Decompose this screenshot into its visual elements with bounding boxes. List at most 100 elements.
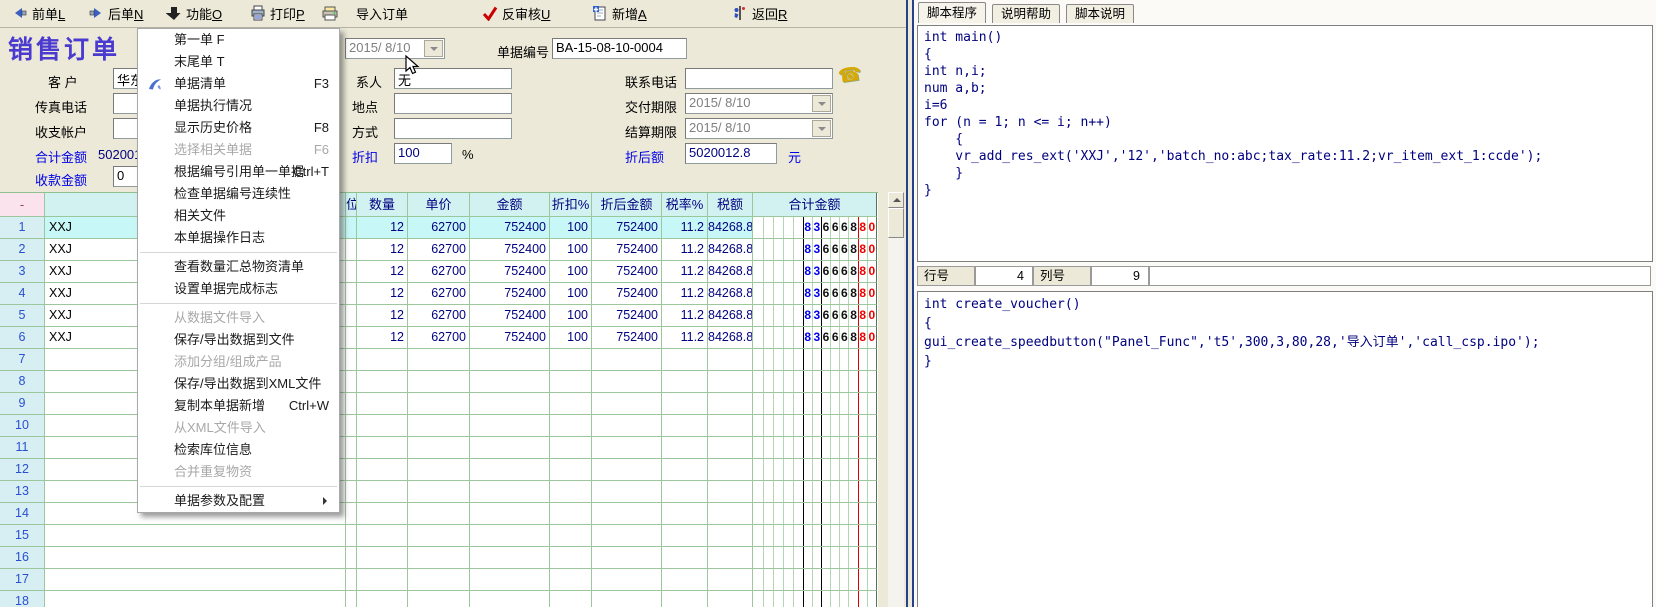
grid-cell-sliver[interactable] bbox=[346, 371, 357, 393]
grid-cell-after[interactable]: 752400 bbox=[592, 305, 662, 327]
function-button[interactable]: 功能O bbox=[162, 1, 226, 25]
grid-cell-tax[interactable] bbox=[708, 547, 753, 569]
grid-cell-num[interactable]: 3 bbox=[0, 261, 45, 283]
grid-cell-sliver[interactable] bbox=[346, 569, 357, 591]
grid-cell-after[interactable] bbox=[592, 393, 662, 415]
grid-cell-discount[interactable] bbox=[550, 437, 592, 459]
grid-cell-qty[interactable] bbox=[357, 371, 408, 393]
grid-cell-tax[interactable] bbox=[708, 569, 753, 591]
grid-cell-after[interactable]: 752400 bbox=[592, 239, 662, 261]
tab-脚本说明[interactable]: 脚本说明 bbox=[1066, 4, 1134, 23]
grid-cell-taxRate[interactable]: 11.2 bbox=[662, 305, 708, 327]
grid-cell-num[interactable]: 8 bbox=[0, 371, 45, 393]
grid-cell-taxRate[interactable]: 11.2 bbox=[662, 239, 708, 261]
menu-item[interactable]: 显示历史价格F8 bbox=[138, 117, 339, 139]
grid-cell-after[interactable] bbox=[592, 569, 662, 591]
grid-cell-price[interactable]: 62700 bbox=[408, 305, 470, 327]
grid-cell-price[interactable] bbox=[408, 503, 470, 525]
printer-button[interactable] bbox=[318, 1, 342, 25]
menu-item[interactable]: 检查单据编号连续性 bbox=[138, 183, 339, 205]
table-row[interactable]: 13 bbox=[0, 481, 878, 503]
grid-cell-tax[interactable] bbox=[708, 437, 753, 459]
grid-cell-product[interactable] bbox=[45, 547, 346, 569]
grid-cell-num[interactable]: 12 bbox=[0, 459, 45, 481]
grid-cell-sliver[interactable] bbox=[346, 437, 357, 459]
grid-cell-num[interactable]: 2 bbox=[0, 239, 45, 261]
grid-cell-qty[interactable]: 12 bbox=[357, 283, 408, 305]
grid-cell-qty[interactable]: 12 bbox=[357, 261, 408, 283]
grid-cell-price[interactable] bbox=[408, 569, 470, 591]
grid-cell-taxRate[interactable] bbox=[662, 547, 708, 569]
method-field[interactable] bbox=[394, 118, 512, 139]
grid-cell-amount[interactable]: 752400 bbox=[470, 239, 550, 261]
grid-cell-qty[interactable] bbox=[357, 591, 408, 607]
grid-cell-taxRate[interactable]: 11.2 bbox=[662, 261, 708, 283]
grid-cell-product[interactable] bbox=[45, 591, 346, 607]
grid-cell-amount[interactable] bbox=[470, 569, 550, 591]
grid-cell-sliver[interactable] bbox=[346, 327, 357, 349]
pane-splitter[interactable] bbox=[906, 0, 914, 607]
menu-item[interactable]: 本单据操作日志 bbox=[138, 227, 339, 249]
grid-cell-discount[interactable] bbox=[550, 371, 592, 393]
grid-cell-sliver[interactable] bbox=[346, 239, 357, 261]
grid-cell-discount[interactable] bbox=[550, 415, 592, 437]
grid-cell-taxRate[interactable] bbox=[662, 525, 708, 547]
grid-cell-price[interactable] bbox=[408, 547, 470, 569]
grid-cell-qty[interactable] bbox=[357, 459, 408, 481]
grid-cell-tax[interactable] bbox=[708, 349, 753, 371]
menu-item[interactable]: 设置单据完成标志 bbox=[138, 278, 339, 300]
unaudit-button[interactable]: 反审核U bbox=[478, 1, 554, 25]
grid-cell-amount[interactable] bbox=[470, 503, 550, 525]
grid-cell-taxRate[interactable]: 11.2 bbox=[662, 217, 708, 239]
grid-cell-discount[interactable] bbox=[550, 481, 592, 503]
menu-item[interactable]: 根据编号引用单一单据Ctrl+T bbox=[138, 161, 339, 183]
grid-cell-after[interactable] bbox=[592, 591, 662, 607]
grid-cell-tax[interactable]: 84268.8 bbox=[708, 239, 753, 261]
grid-cell-taxRate[interactable] bbox=[662, 349, 708, 371]
grid-cell-qty[interactable] bbox=[357, 569, 408, 591]
grid-cell-discount[interactable] bbox=[550, 569, 592, 591]
print-button[interactable]: 打印P bbox=[246, 1, 309, 25]
grid-cell-price[interactable]: 62700 bbox=[408, 283, 470, 305]
grid-cell-discount[interactable] bbox=[550, 525, 592, 547]
grid-cell-after[interactable] bbox=[592, 437, 662, 459]
grid-cell-num[interactable]: 9 bbox=[0, 393, 45, 415]
grid-cell-price[interactable]: 62700 bbox=[408, 261, 470, 283]
grid-cell-after[interactable]: 752400 bbox=[592, 261, 662, 283]
table-row[interactable]: 9 bbox=[0, 393, 878, 415]
grid-cell-num[interactable]: 18 bbox=[0, 591, 45, 607]
menu-item[interactable]: 第一单 F bbox=[138, 29, 339, 51]
grid-cell-qty[interactable] bbox=[357, 393, 408, 415]
grid-cell-price[interactable] bbox=[408, 459, 470, 481]
table-row[interactable]: 16 bbox=[0, 547, 878, 569]
menu-item[interactable]: 末尾单 T bbox=[138, 51, 339, 73]
grid-cell-qty[interactable]: 12 bbox=[357, 217, 408, 239]
chevron-down-icon[interactable] bbox=[812, 95, 831, 112]
grid-cell-num[interactable]: 15 bbox=[0, 525, 45, 547]
grid-cell-taxRate[interactable] bbox=[662, 503, 708, 525]
grid-cell-tax[interactable]: 84268.8 bbox=[708, 261, 753, 283]
grid-cell-amount[interactable]: 752400 bbox=[470, 261, 550, 283]
grid-cell-num[interactable]: 5 bbox=[0, 305, 45, 327]
grid-cell-tax[interactable]: 84268.8 bbox=[708, 305, 753, 327]
grid-cell-num[interactable]: 7 bbox=[0, 349, 45, 371]
table-row[interactable]: 6XXJ126270075240010075240011.284268.8836… bbox=[0, 327, 878, 349]
menu-item[interactable]: 单据参数及配置 bbox=[138, 490, 339, 512]
grid-cell-after[interactable] bbox=[592, 371, 662, 393]
grid-cell-sliver[interactable] bbox=[346, 349, 357, 371]
grid-cell-discount[interactable] bbox=[550, 393, 592, 415]
grid-cell-sliver[interactable] bbox=[346, 261, 357, 283]
grid-cell-price[interactable] bbox=[408, 415, 470, 437]
grid-cell-discount[interactable]: 100 bbox=[550, 261, 592, 283]
after-discount-field[interactable]: 5020012.8 bbox=[685, 143, 777, 164]
grid-cell-qty[interactable] bbox=[357, 437, 408, 459]
grid-cell-num[interactable]: 13 bbox=[0, 481, 45, 503]
grid-cell-qty[interactable]: 12 bbox=[357, 239, 408, 261]
grid-cell-sliver[interactable] bbox=[346, 547, 357, 569]
grid-cell-price[interactable] bbox=[408, 437, 470, 459]
grid-cell-taxRate[interactable] bbox=[662, 393, 708, 415]
grid-cell-taxRate[interactable] bbox=[662, 459, 708, 481]
table-row[interactable]: 11 bbox=[0, 437, 878, 459]
scroll-up-icon[interactable] bbox=[888, 192, 904, 208]
table-row[interactable]: 4XXJ126270075240010075240011.284268.8836… bbox=[0, 283, 878, 305]
